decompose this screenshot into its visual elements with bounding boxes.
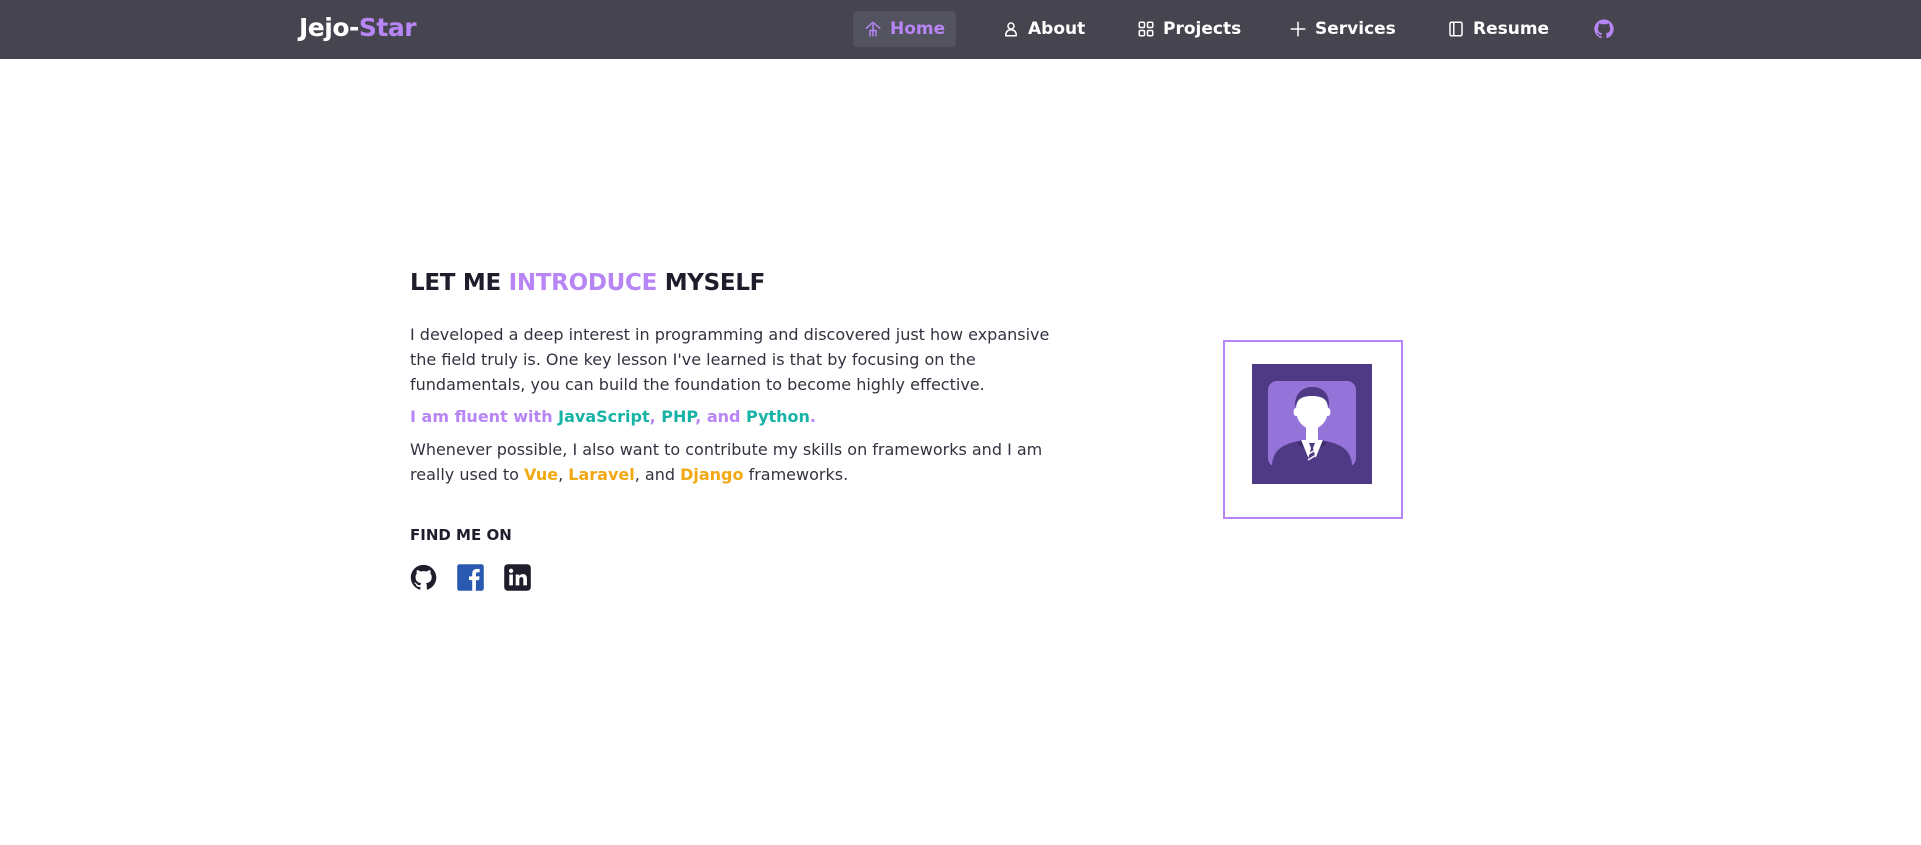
avatar — [1252, 364, 1372, 484]
nav-home[interactable]: Home — [853, 11, 957, 47]
framework-laravel: Laravel — [568, 465, 635, 484]
social-linkedin-link[interactable] — [503, 563, 532, 592]
nav-github-link[interactable] — [1592, 17, 1616, 41]
businessman-avatar-icon — [1252, 364, 1372, 484]
nav-resume[interactable]: Resume — [1436, 11, 1560, 47]
find-me-heading: FIND ME ON — [410, 526, 512, 544]
plus-icon — [1290, 21, 1306, 37]
frameworks-sep-2: , and — [634, 465, 681, 484]
intro-heading-post: MYSELF — [657, 270, 766, 296]
language-python: Python — [746, 407, 810, 426]
fluent-pre: I am fluent with — [410, 407, 559, 426]
nav-projects[interactable]: Projects — [1126, 11, 1252, 47]
brand-logo[interactable]: Jejo-Star — [299, 13, 417, 42]
nav-services[interactable]: Services — [1278, 11, 1407, 47]
intro-heading-accent: INTRODUCE — [508, 270, 658, 296]
fluent-post: . — [809, 407, 816, 426]
nav-resume-label: Resume — [1473, 19, 1550, 39]
nav-about-label: About — [1028, 19, 1086, 39]
framework-vue: Vue — [524, 465, 559, 484]
social-facebook-link[interactable] — [456, 563, 485, 592]
brand-prefix: Jejo- — [299, 13, 359, 42]
social-github-link[interactable] — [409, 563, 438, 592]
nav-home-label: Home — [890, 19, 946, 39]
frameworks-paragraph: Whenever possible, I also want to contri… — [410, 437, 1060, 487]
language-javascript: JavaScript — [558, 407, 650, 426]
fluent-sep-2: , and — [695, 407, 747, 426]
framework-django: Django — [680, 465, 744, 484]
nav-about[interactable]: About — [991, 11, 1096, 47]
fluent-languages: I am fluent with JavaScript, PHP, and Py… — [410, 404, 1060, 429]
nav-projects-label: Projects — [1163, 19, 1242, 39]
github-icon — [1594, 19, 1614, 39]
intro-heading: LET ME INTRODUCE MYSELF — [410, 270, 765, 296]
user-icon — [1005, 22, 1017, 37]
linkedin-icon — [504, 564, 531, 591]
language-php: PHP — [661, 407, 696, 426]
brand-accent: Star — [358, 13, 417, 42]
home-icon — [865, 21, 881, 37]
frameworks-post: frameworks. — [743, 465, 849, 484]
frameworks-sep-1: , — [558, 465, 569, 484]
intro-heading-pre: LET ME — [410, 270, 509, 296]
nav-services-label: Services — [1315, 19, 1396, 39]
github-icon — [410, 564, 437, 590]
intro-paragraph: I developed a deep interest in programmi… — [410, 325, 1050, 394]
fluent-sep-1: , — [649, 407, 662, 426]
document-icon — [1449, 21, 1463, 37]
top-navbar: Jejo-Star Home About Projects Services R… — [0, 0, 1921, 59]
facebook-icon — [457, 564, 484, 591]
grid-icon — [1138, 21, 1154, 37]
